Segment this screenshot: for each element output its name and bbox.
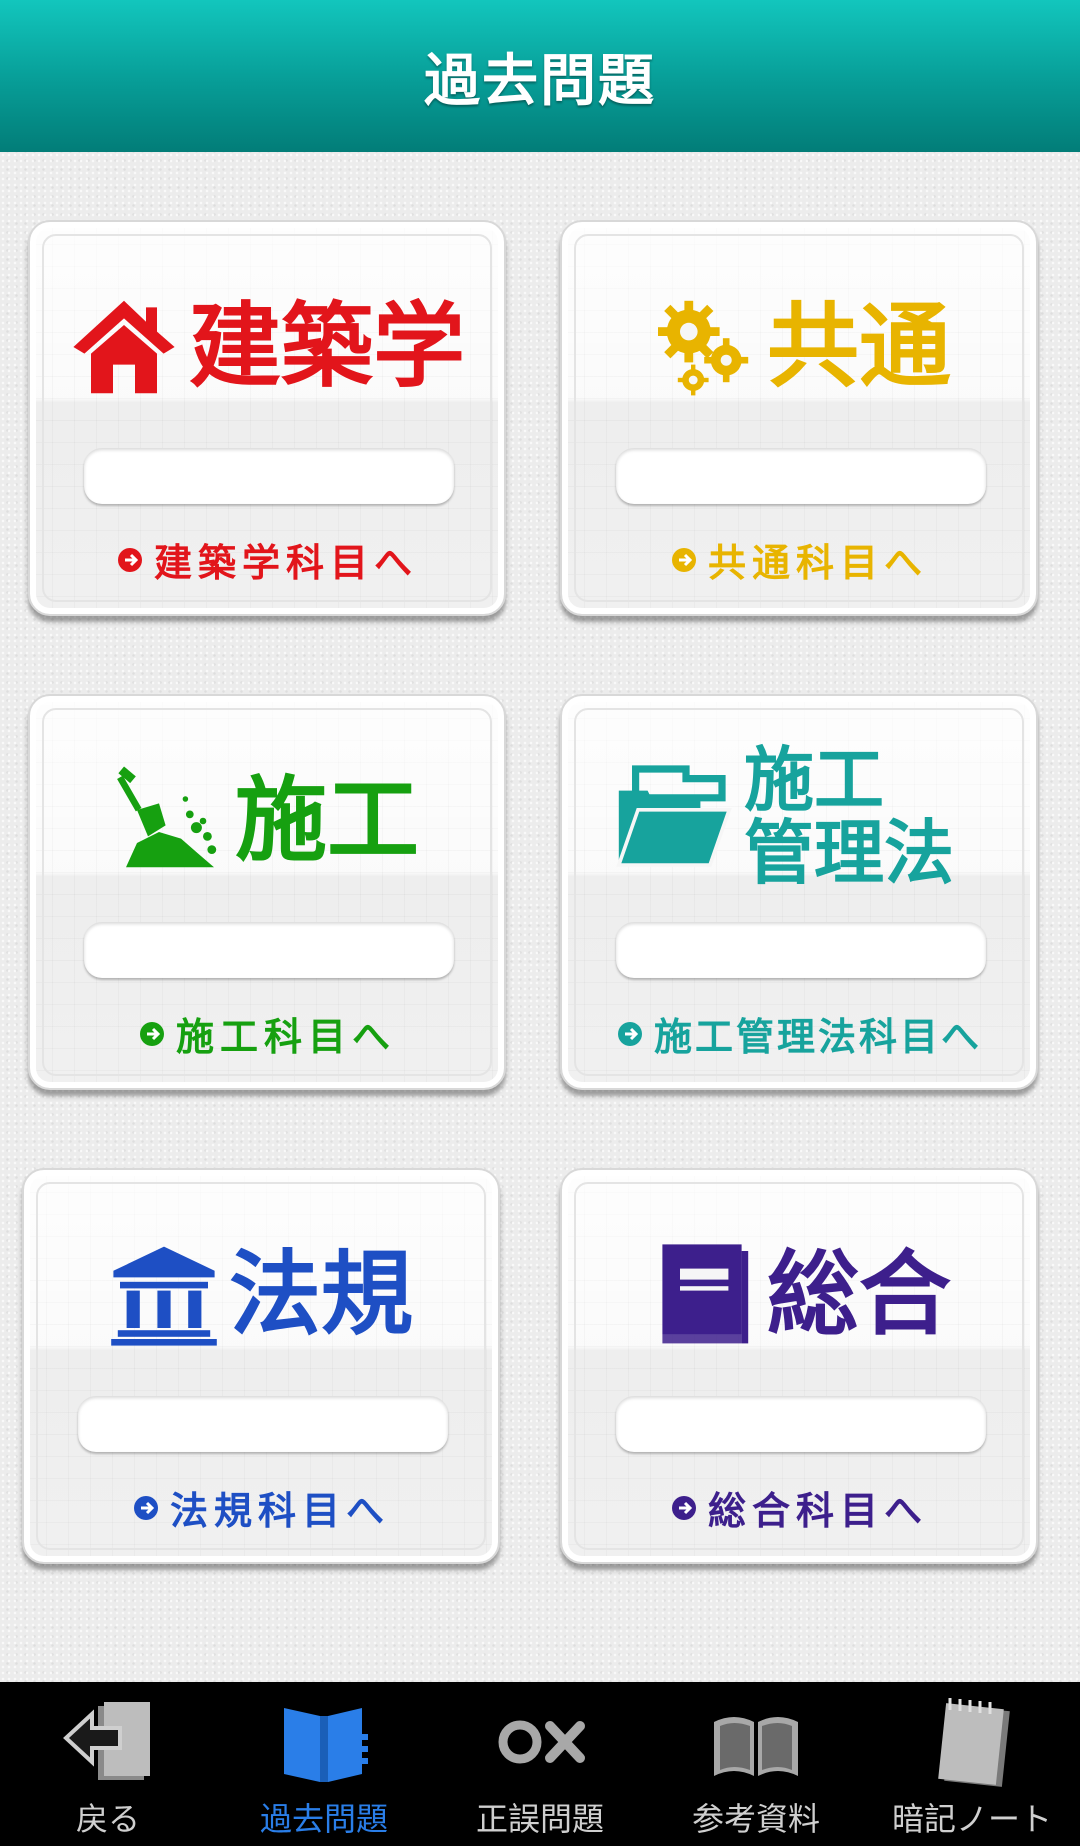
arrow-circle-icon — [671, 1495, 696, 1520]
card-link[interactable]: 共通科目へ — [562, 532, 1036, 587]
card-title: 施工 — [234, 767, 419, 874]
gears-icon — [657, 300, 749, 396]
card-link-label: 施工管理法科目へ — [653, 1015, 982, 1059]
house-icon — [73, 300, 175, 394]
open-book-icon — [284, 1708, 368, 1782]
arrow-circle-icon — [617, 1021, 642, 1046]
progress-bar — [616, 1396, 986, 1452]
circle-cross-icon — [498, 1720, 585, 1764]
card-common[interactable]: 共通 共通科目へ — [560, 220, 1038, 616]
tab-label: 戻る — [75, 1800, 140, 1838]
tab-reference[interactable]: 参考資料 — [648, 1682, 864, 1846]
progress-bar — [84, 922, 454, 978]
tab-label: 参考資料 — [691, 1800, 820, 1838]
tab-back[interactable]: 戻る — [0, 1682, 216, 1846]
card-construction[interactable]: 施工 施工科目へ — [28, 694, 506, 1090]
card-title: 法規 — [228, 1241, 413, 1348]
notebook-icon — [938, 1698, 1010, 1787]
card-link-label: 共通科目へ — [707, 541, 928, 585]
card-construction-management[interactable]: 施工 管理法 施工管理法科目へ — [560, 694, 1038, 1090]
card-link[interactable]: 法規科目へ — [24, 1480, 498, 1535]
book-icon — [662, 1244, 749, 1344]
shovel-icon — [117, 766, 217, 868]
arrow-circle-icon — [117, 547, 142, 572]
progress-bar — [84, 448, 454, 504]
bottom-tab-bar: 戻る 過去問題 正誤問題 参考資料 暗記ノート — [0, 1682, 1080, 1846]
back-icon — [63, 1702, 150, 1780]
card-link[interactable]: 総合科目へ — [562, 1480, 1036, 1535]
card-architecture[interactable]: 建築学 建築学科目へ — [28, 220, 506, 616]
arrow-circle-icon — [133, 1495, 158, 1520]
folder-icon — [616, 765, 732, 867]
card-link-label: 法規科目へ — [169, 1489, 390, 1533]
card-link[interactable]: 施工科目へ — [30, 1006, 504, 1061]
arrow-circle-icon — [671, 547, 696, 572]
card-link[interactable]: 建築学科目へ — [30, 532, 504, 587]
progress-bar — [78, 1396, 448, 1452]
content-area: 建築学 建築学科目へ 共通 共通科目へ 施工 施工科目へ 施工 管理法 施工管理… — [0, 152, 1080, 1682]
card-link-label: 施工科目へ — [175, 1015, 396, 1059]
courthouse-icon — [111, 1246, 217, 1346]
card-link[interactable]: 施工管理法科目へ — [562, 1006, 1036, 1061]
tab-label: 過去問題 — [259, 1800, 388, 1838]
tab-memo-notes[interactable]: 暗記ノート — [864, 1682, 1080, 1846]
card-link-label: 建築学科目へ — [153, 541, 418, 585]
card-general[interactable]: 総合 総合科目へ — [560, 1168, 1038, 1564]
card-title: 施工 管理法 — [744, 738, 984, 894]
card-title: 総合 — [766, 1241, 951, 1348]
card-title-line1: 施工 — [744, 738, 884, 821]
card-link-label: 総合科目へ — [707, 1489, 928, 1533]
tab-past-questions[interactable]: 過去問題 — [216, 1682, 432, 1846]
header-bar: 過去問題 — [0, 0, 1080, 152]
reference-book-icon — [714, 1717, 798, 1776]
tab-label: 暗記ノート — [891, 1800, 1052, 1838]
arrow-circle-icon — [139, 1021, 164, 1046]
card-title: 共通 — [766, 293, 951, 400]
card-regulations[interactable]: 法規 法規科目へ — [22, 1168, 500, 1564]
progress-bar — [616, 922, 986, 978]
tab-true-false[interactable]: 正誤問題 — [432, 1682, 648, 1846]
progress-bar — [616, 448, 986, 504]
tab-label: 正誤問題 — [475, 1800, 604, 1838]
card-title-line2: 管理法 — [744, 812, 954, 894]
card-title: 建築学 — [188, 293, 465, 400]
page-title: 過去問題 — [424, 48, 656, 114]
